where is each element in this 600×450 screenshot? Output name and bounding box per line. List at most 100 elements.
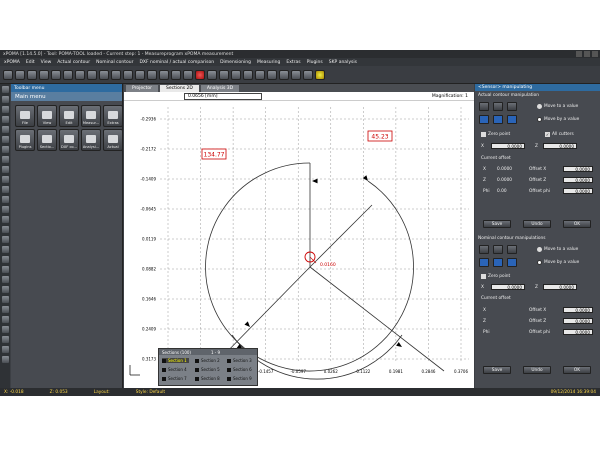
actual-save-button[interactable]: Save bbox=[483, 220, 511, 228]
zoom-in-icon[interactable] bbox=[51, 69, 61, 80]
tool-icon[interactable] bbox=[303, 69, 313, 80]
measure-button[interactable]: Measur... bbox=[81, 105, 101, 127]
menu-extras[interactable]: Extras bbox=[286, 60, 300, 65]
rotate-right-icon[interactable] bbox=[493, 245, 503, 254]
actual-x-input[interactable]: 0.0000 bbox=[491, 143, 525, 149]
file-button[interactable]: File bbox=[15, 105, 35, 127]
all-cutters-checkbox[interactable]: ✓ All cutters bbox=[545, 132, 574, 137]
section-icon[interactable] bbox=[183, 69, 193, 80]
measure-icon[interactable] bbox=[99, 69, 109, 80]
rotate-left-icon[interactable] bbox=[479, 102, 489, 111]
offset-phi-field[interactable]: 0.0000 bbox=[563, 188, 593, 194]
menu-dxf-comparison[interactable]: DXF nominal / actual comparison bbox=[139, 60, 214, 65]
arrow-up-icon[interactable] bbox=[507, 245, 517, 254]
edit-button[interactable]: Edit bbox=[59, 105, 79, 127]
section-item-1[interactable]: Section 1 bbox=[162, 358, 189, 363]
section-item-6[interactable]: Section 6 bbox=[227, 367, 252, 372]
distance-icon[interactable] bbox=[159, 69, 169, 80]
strip-icon-14[interactable] bbox=[1, 216, 9, 223]
arrow-down-icon[interactable] bbox=[493, 115, 503, 124]
actual-move-to-radio[interactable]: Move to a value bbox=[537, 104, 578, 109]
strip-icon-12[interactable] bbox=[1, 196, 9, 203]
section-item-8[interactable]: Section 8 bbox=[195, 376, 220, 381]
analysis-button[interactable]: Analysi... bbox=[81, 129, 101, 151]
arrow-down-icon[interactable] bbox=[493, 258, 503, 267]
extras-button[interactable]: Extras bbox=[103, 105, 123, 127]
line-icon[interactable] bbox=[135, 69, 145, 80]
contour-plot[interactable]: -0.2936 -0.2172 -0.1409 -0.0645 0.0119 0.0882… bbox=[124, 101, 474, 388]
point-icon[interactable] bbox=[147, 69, 157, 80]
strip-icon-13[interactable] bbox=[1, 206, 9, 213]
strip-icon-24[interactable] bbox=[1, 316, 9, 323]
nominal-move-by-radio[interactable]: Move by a value bbox=[537, 260, 579, 265]
actual-move-by-radio[interactable]: Move by a value bbox=[537, 117, 579, 122]
nominal-move-to-radio[interactable]: Move to a value bbox=[537, 247, 578, 252]
menu-view[interactable]: View bbox=[41, 60, 52, 65]
section-item-2[interactable]: Section 2 bbox=[195, 358, 220, 363]
plugin-icon[interactable] bbox=[315, 69, 325, 80]
save-icon[interactable] bbox=[27, 69, 37, 80]
print-icon[interactable] bbox=[39, 69, 49, 80]
strip-icon-16[interactable] bbox=[1, 236, 9, 243]
tab-analysis-3d[interactable]: Analysis 3D bbox=[200, 85, 240, 92]
settings-icon[interactable] bbox=[231, 69, 241, 80]
nominal-z-input[interactable]: 0.0000 bbox=[543, 284, 577, 290]
strip-icon-15[interactable] bbox=[1, 226, 9, 233]
pan-icon[interactable] bbox=[87, 69, 97, 80]
strip-icon-27[interactable] bbox=[1, 346, 9, 353]
menu-dimensioning[interactable]: Dimensioning bbox=[220, 60, 251, 65]
minimize-icon[interactable] bbox=[576, 51, 582, 57]
section-item-7[interactable]: Section 7 bbox=[162, 376, 187, 381]
actual-button[interactable]: Actual bbox=[103, 129, 123, 151]
menu-skp-analysis[interactable]: SKP analysis bbox=[329, 60, 357, 65]
strip-icon-26[interactable] bbox=[1, 336, 9, 343]
strip-icon-10[interactable] bbox=[1, 176, 9, 183]
stop-icon[interactable] bbox=[195, 69, 205, 80]
strip-icon-6[interactable] bbox=[1, 136, 9, 143]
nominal-save-button[interactable]: Save bbox=[483, 366, 511, 374]
actual-ok-button[interactable]: OK bbox=[563, 220, 591, 228]
strip-icon-9[interactable] bbox=[1, 166, 9, 173]
strip-icon-17[interactable] bbox=[1, 246, 9, 253]
plugins-button[interactable]: Plugins bbox=[15, 129, 35, 151]
rotate-left-icon[interactable] bbox=[479, 245, 489, 254]
close-icon[interactable] bbox=[592, 51, 598, 57]
undo-icon[interactable] bbox=[267, 69, 277, 80]
menu-edit[interactable]: Edit bbox=[26, 60, 35, 65]
camera-icon[interactable] bbox=[291, 69, 301, 80]
report-icon[interactable] bbox=[243, 69, 253, 80]
nominal-x-input[interactable]: 0.0000 bbox=[491, 284, 525, 290]
strip-icon-23[interactable] bbox=[1, 306, 9, 313]
strip-icon-20[interactable] bbox=[1, 276, 9, 283]
menu-actual-contour[interactable]: Actual contour bbox=[57, 60, 90, 65]
arrow-up-icon[interactable] bbox=[507, 102, 517, 111]
arrow-right-icon[interactable] bbox=[507, 258, 517, 267]
angle-icon[interactable] bbox=[111, 69, 121, 80]
open-icon[interactable] bbox=[15, 69, 25, 80]
menu-nominal-contour[interactable]: Nominal contour bbox=[96, 60, 133, 65]
offset-x-field[interactable]: 0.0000 bbox=[563, 166, 593, 172]
offset-x-field[interactable]: 0.0000 bbox=[563, 307, 593, 313]
zoom-out-icon[interactable] bbox=[63, 69, 73, 80]
sections-button[interactable]: Sectio... bbox=[37, 129, 57, 151]
strip-icon-18[interactable] bbox=[1, 256, 9, 263]
actual-undo-button[interactable]: Undo bbox=[523, 220, 551, 228]
tab-sections-2d[interactable]: Sections 2D bbox=[160, 85, 199, 92]
strip-icon-4[interactable] bbox=[1, 116, 9, 123]
maximize-icon[interactable] bbox=[584, 51, 590, 57]
section-item-5[interactable]: Section 5 bbox=[195, 367, 220, 372]
section-item-3[interactable]: Section 3 bbox=[227, 358, 252, 363]
strip-icon-19[interactable] bbox=[1, 266, 9, 273]
offset-phi-field[interactable]: 0.0000 bbox=[563, 329, 593, 335]
layer-icon[interactable] bbox=[207, 69, 217, 80]
nominal-undo-button[interactable]: Undo bbox=[523, 366, 551, 374]
section-item-9[interactable]: Section 9 bbox=[227, 376, 252, 381]
circle-icon[interactable] bbox=[123, 69, 133, 80]
menu-measuring[interactable]: Measuring bbox=[257, 60, 280, 65]
strip-icon-8[interactable] bbox=[1, 156, 9, 163]
new-icon[interactable] bbox=[3, 69, 13, 80]
strip-icon-11[interactable] bbox=[1, 186, 9, 193]
nominal-ok-button[interactable]: OK bbox=[563, 366, 591, 374]
strip-icon-28[interactable] bbox=[1, 356, 9, 363]
arrow-left-icon[interactable] bbox=[479, 115, 489, 124]
